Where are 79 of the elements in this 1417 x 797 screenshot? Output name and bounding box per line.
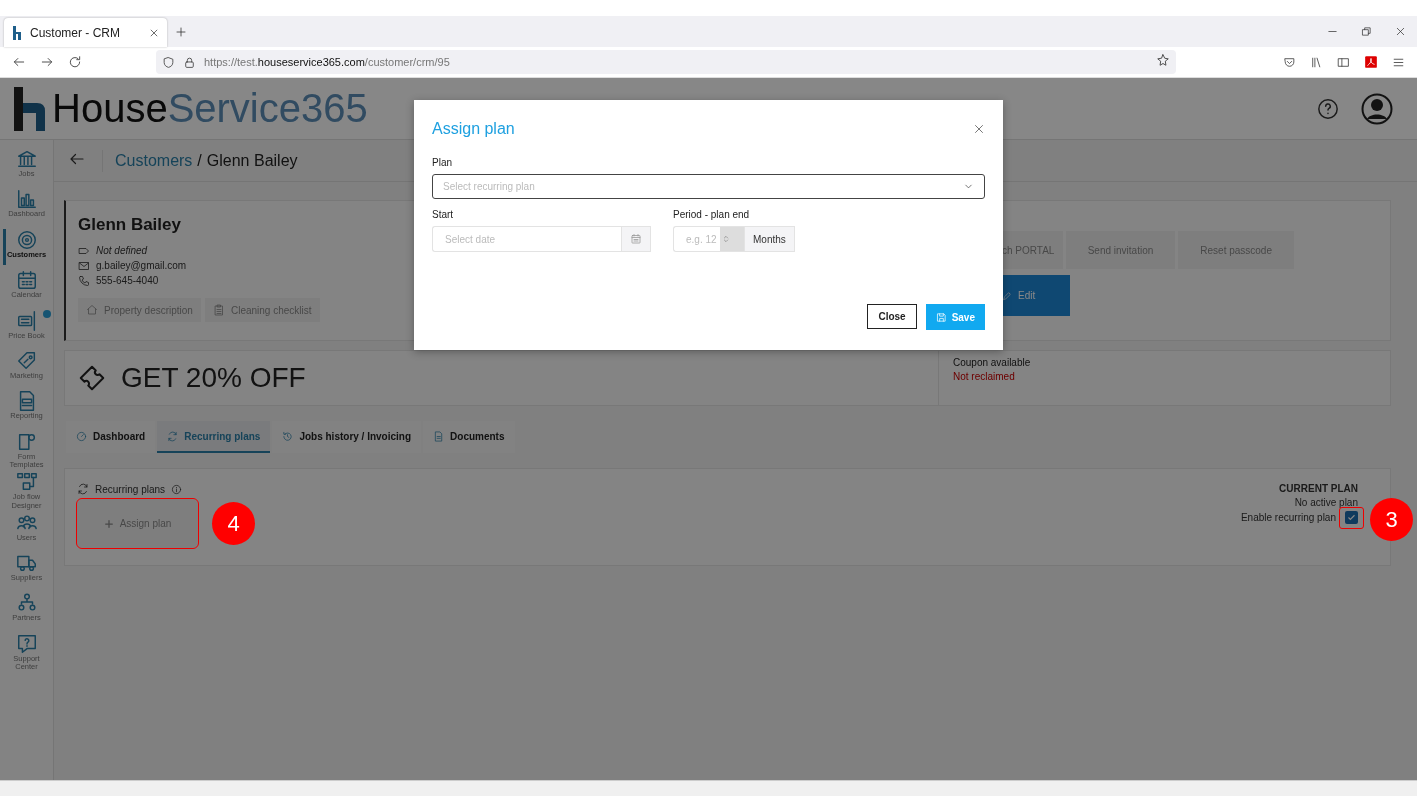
phone-icon xyxy=(78,274,90,287)
avatar-icon[interactable] xyxy=(1361,92,1393,125)
step-marker: 3 xyxy=(1370,498,1413,541)
help-icon xyxy=(1317,97,1339,120)
breadcrumb-separator: / xyxy=(197,151,202,170)
close-button[interactable] xyxy=(973,123,985,135)
target-icon xyxy=(15,228,38,251)
breadcrumb-link[interactable]: Customers xyxy=(115,151,193,170)
price-tag-icon xyxy=(15,349,38,372)
field-label: Period - plan end xyxy=(673,209,751,220)
reload-icon xyxy=(68,55,82,69)
logo-text: HouseService365 xyxy=(52,86,368,131)
refresh-icon xyxy=(167,430,179,442)
enable-label: Enable recurring plan xyxy=(1240,512,1336,523)
mail-icon xyxy=(78,259,90,272)
close-icon xyxy=(149,27,159,38)
date-field[interactable]: Select date xyxy=(432,226,621,252)
pocket-icon xyxy=(1283,55,1296,69)
plus-icon xyxy=(103,518,114,529)
back-icon xyxy=(12,55,26,69)
document-icon xyxy=(433,430,445,442)
section-title: Recurring plans xyxy=(95,483,166,495)
site-logo-icon xyxy=(12,25,24,40)
ticket-icon xyxy=(77,363,107,393)
bar-chart-icon xyxy=(15,188,38,211)
customer-name: Glenn Bailey xyxy=(78,215,181,235)
highlight-outline xyxy=(1339,507,1364,529)
calendar-icon xyxy=(630,233,642,245)
url-text: https://test.houseservice365.com/customer/crm/95 xyxy=(204,56,450,68)
field-label: Start xyxy=(432,209,455,220)
spinner-icon xyxy=(722,233,730,245)
checkbox[interactable] xyxy=(1345,511,1358,524)
current-plan-heading: CURRENT PLAN xyxy=(1279,483,1358,494)
address-bar[interactable]: https://test.houseservice365.com/customer/crm/95 xyxy=(156,50,1176,74)
current-plan-value: No active plan xyxy=(1294,497,1358,508)
close-icon xyxy=(1394,26,1406,37)
library-icon xyxy=(1310,55,1323,69)
clipboard-icon xyxy=(212,304,225,316)
history-icon xyxy=(282,430,294,442)
edit-button[interactable]: Edit xyxy=(1002,275,1070,316)
plan-select[interactable]: Select recurring plan xyxy=(432,174,985,199)
info-icon xyxy=(171,483,183,495)
breadcrumb-current: Glenn Bailey xyxy=(206,151,298,170)
shield-icon xyxy=(162,55,175,69)
floppy-icon xyxy=(935,311,947,323)
price-board-icon xyxy=(15,309,38,332)
sidebar-icon xyxy=(1337,55,1350,69)
coupon-headline: GET 20% OFF xyxy=(121,362,306,394)
unit-label: Months xyxy=(744,226,795,252)
coupon-status: Not reclaimed xyxy=(953,371,1016,382)
customer-type: Not defined xyxy=(96,244,148,258)
gauge-icon xyxy=(76,430,87,442)
save-button[interactable]: Save xyxy=(925,304,985,330)
new-tab-icon xyxy=(175,25,187,38)
bank-icon xyxy=(15,148,38,170)
field-label: Plan xyxy=(432,157,453,168)
close-icon xyxy=(973,123,985,135)
pdf-icon[interactable] xyxy=(1364,55,1378,69)
house-icon xyxy=(86,304,98,316)
customer-email: g.bailey@gmail.com xyxy=(96,259,187,273)
logo-icon xyxy=(12,86,48,131)
lock-icon xyxy=(183,55,196,69)
browser-tab[interactable]: Customer - CRM xyxy=(4,18,167,47)
close-button[interactable]: Close xyxy=(867,304,917,329)
tab[interactable]: Recurring plans xyxy=(157,421,271,453)
period-field[interactable]: e.g. 12 xyxy=(673,226,720,252)
calendar-icon xyxy=(15,269,38,292)
customer-phone: 555-645-4040 xyxy=(96,274,159,288)
tab-title: Customer - CRM xyxy=(30,25,121,40)
plus-badge xyxy=(43,309,51,318)
forward-icon xyxy=(40,55,54,69)
refresh-icon xyxy=(77,483,89,495)
dialog-title: Assign plan xyxy=(432,120,515,138)
check-icon xyxy=(1347,513,1356,522)
coupon-label: Coupon available xyxy=(953,357,1032,368)
restore-icon xyxy=(1360,26,1372,37)
step-marker: 4 xyxy=(212,502,255,545)
star-icon xyxy=(1156,53,1170,67)
help-bubble-icon xyxy=(15,632,38,655)
